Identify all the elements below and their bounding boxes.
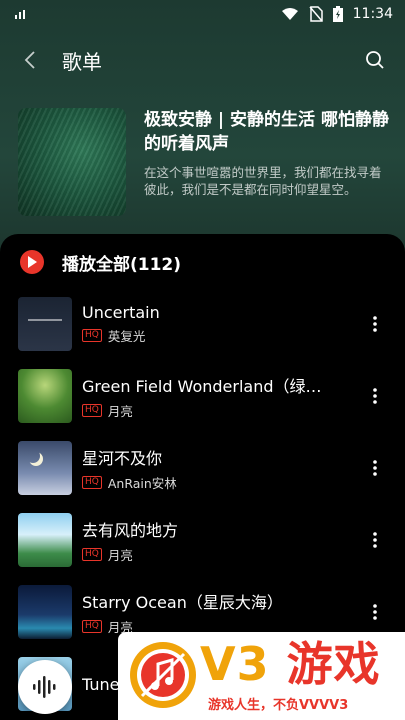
song-row[interactable]: Green Field Wonderland（绿… HQ 月亮 [0, 366, 405, 426]
back-button[interactable] [16, 46, 44, 74]
watermark-logo-text: V3 游戏 [200, 637, 381, 691]
more-options-button[interactable] [363, 592, 387, 632]
playlist-title: 极致安静 | 安静的生活 哪怕静静的听着风声 [144, 110, 389, 154]
page-title: 歌单 [62, 49, 102, 74]
song-row[interactable]: 星河不及你 HQ AnRain安林 [0, 438, 405, 498]
song-cover [18, 297, 72, 351]
play-all-button[interactable]: 播放全部(112) [20, 248, 181, 276]
hq-badge: HQ [82, 329, 102, 342]
more-options-button[interactable] [363, 304, 387, 344]
hq-badge: HQ [82, 619, 102, 633]
song-cover [18, 369, 72, 423]
more-vertical-icon [373, 388, 377, 404]
song-cover [18, 441, 72, 495]
song-artist: 英复光 [107, 329, 146, 344]
song-title: Green Field Wonderland（绿… [82, 376, 322, 396]
watermark-banner: V3 游戏 游戏人生，不负VVVV3 [118, 632, 405, 720]
playlist-cover[interactable] [18, 108, 126, 216]
more-options-button[interactable] [363, 376, 387, 416]
song-artist: 月亮 [107, 403, 133, 419]
play-all-label: 播放全部(112) [62, 254, 182, 275]
song-cover [18, 585, 72, 639]
song-title: 去有风的地方 [82, 520, 179, 540]
more-vertical-icon [373, 604, 377, 620]
signal-bars-icon [15, 10, 25, 19]
search-button[interactable] [361, 46, 389, 74]
chevron-left-icon [24, 51, 35, 69]
playlist-description[interactable]: 在这个事世喧嚣的世界里，我们都在找寻着彼此，我们是不是都在同时仰望星空。 [144, 164, 393, 198]
watermark-slogan: 游戏人生，不负VVVV3 [208, 698, 349, 713]
more-vertical-icon [373, 460, 377, 476]
hq-badge: HQ [82, 403, 102, 417]
play-circle-icon [20, 250, 44, 274]
music-disc-logo-icon [130, 642, 196, 708]
more-options-button[interactable] [363, 520, 387, 560]
more-vertical-icon [373, 316, 377, 332]
more-vertical-icon [373, 532, 377, 548]
song-row[interactable]: 去有风的地方 HQ 月亮 [0, 510, 405, 570]
battery-charging-icon [332, 6, 343, 22]
status-bar: 11:34 [0, 0, 405, 28]
hq-badge: HQ [82, 475, 102, 489]
sound-wave-icon [33, 676, 56, 698]
song-artist: AnRain安林 [107, 475, 177, 491]
song-title: Starry Ocean（星辰大海） [82, 592, 283, 612]
song-row[interactable]: Uncertain HQ 英复光 [0, 294, 405, 354]
clock: 11:34 [352, 6, 393, 22]
song-artist: 月亮 [107, 547, 133, 563]
wifi-icon [281, 8, 298, 20]
now-playing-button[interactable] [18, 660, 72, 714]
app-header: 歌单 [0, 40, 405, 80]
search-icon [366, 51, 384, 69]
song-cover [18, 513, 72, 567]
more-options-button[interactable] [363, 448, 387, 488]
song-title: Uncertain [82, 303, 160, 322]
no-sim-icon [309, 6, 323, 22]
song-title: 星河不及你 [82, 448, 163, 468]
playlist-info: 极致安静 | 安静的生活 哪怕静静的听着风声 在这个事世喧嚣的世界里，我们都在找… [18, 108, 393, 218]
hq-badge: HQ [82, 547, 102, 561]
